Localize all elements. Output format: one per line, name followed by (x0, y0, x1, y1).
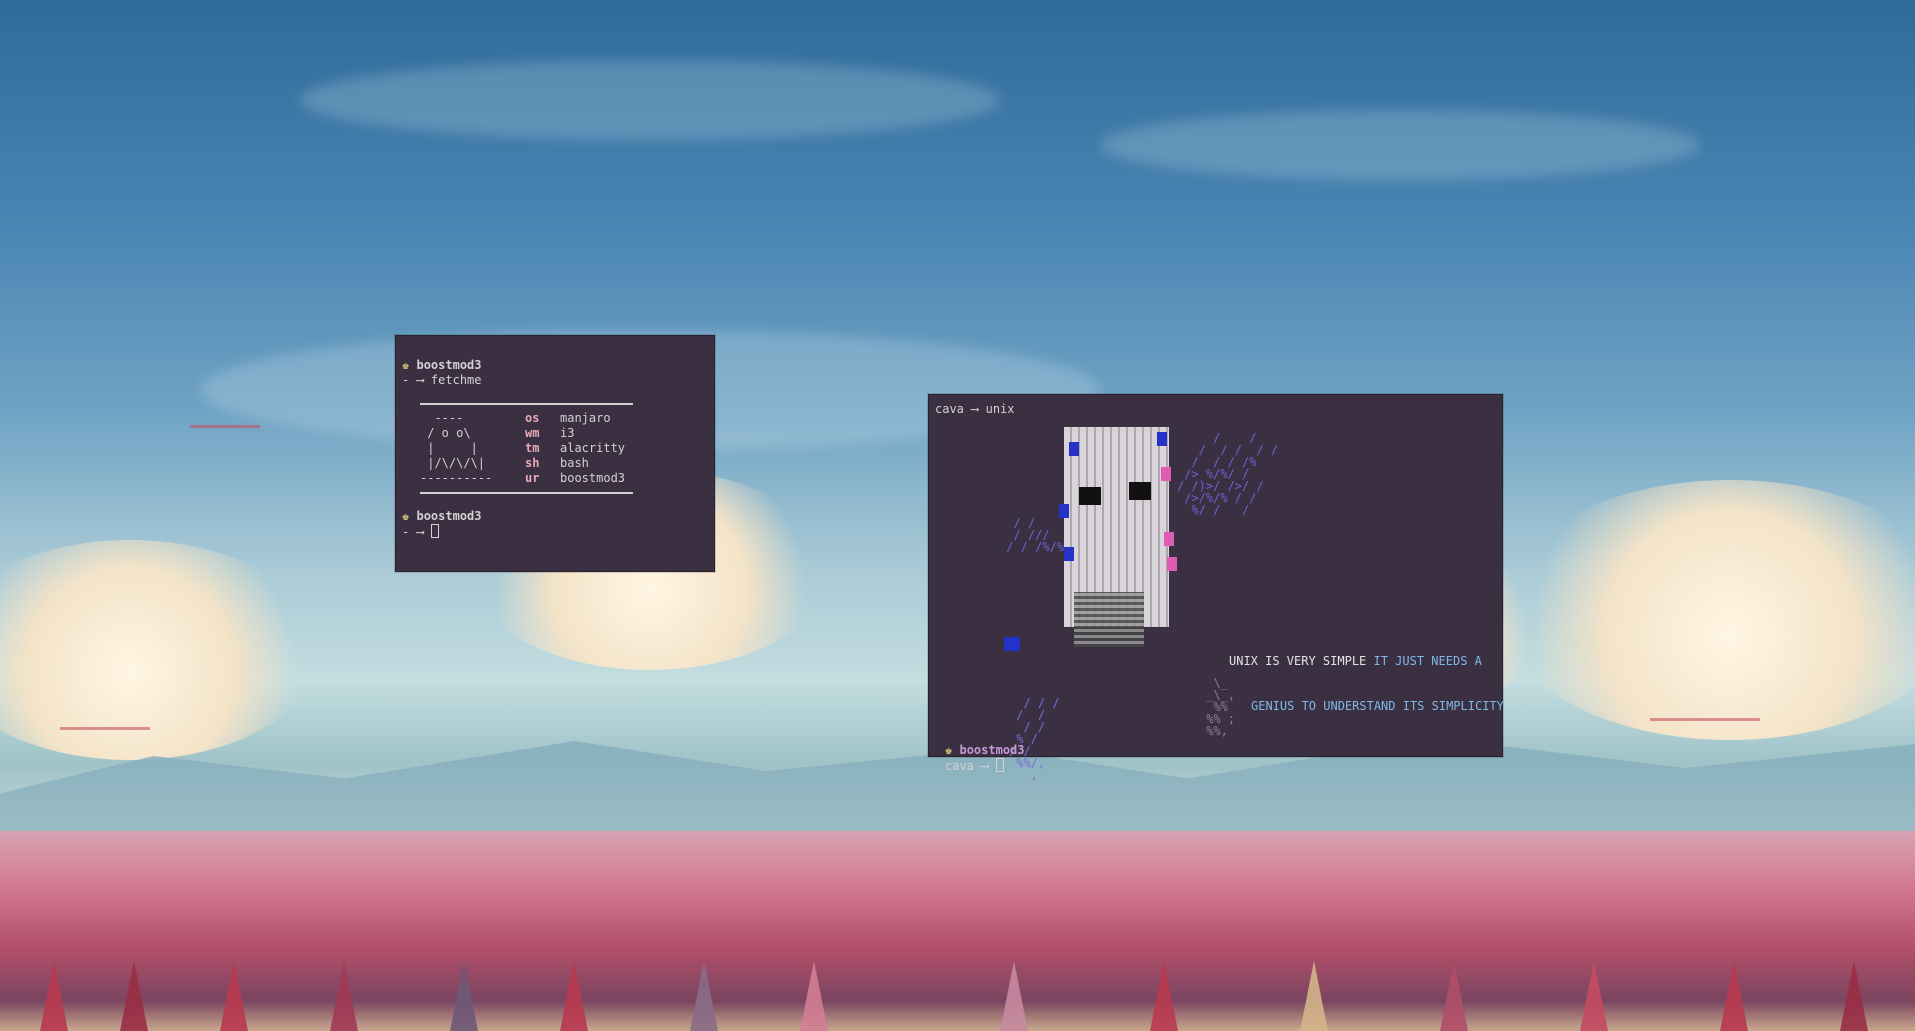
crown-icon: ♚ (402, 358, 410, 372)
skull-eye-left (1079, 487, 1101, 505)
flower (1580, 961, 1608, 1031)
unix-ascii-art: / / / / / / / / / / /% /> %/%/ / / /)>/ … (939, 422, 1504, 782)
text-cursor (430, 524, 439, 538)
prompt-block: ♚ boostmod3 cava ⟶ (945, 743, 1025, 773)
crown-icon: ♚ (945, 743, 953, 757)
red-streak (190, 425, 260, 428)
glitch-block (1059, 504, 1069, 518)
art-line: ---------- (420, 471, 493, 485)
cloud (0, 540, 320, 760)
cloud (1500, 480, 1915, 740)
red-streak (60, 727, 150, 730)
flower (1150, 961, 1178, 1031)
flower (120, 961, 148, 1031)
slash-art: / / / / / / / / / / /% /> %/%/ / / /)>/ … (1177, 431, 1279, 517)
prompt-arrow: ⟶ (981, 759, 989, 773)
crown-icon: ♚ (402, 509, 410, 523)
fetch-value: manjaro (560, 411, 611, 425)
fetch-info: ---- / o o\ | | |/\/\/\| ---------- os w… (420, 411, 708, 486)
input-line[interactable]: cava ⟶ (945, 758, 1025, 773)
unix-quote: UNIX IS VERY SIMPLE IT JUST NEEDS A GENI… (1229, 624, 1504, 744)
prompt-line: ♚ boostmod3 (945, 743, 1025, 758)
quote-text-white: UNIX IS VERY SIMPLE (1229, 654, 1374, 668)
glitch-block (1064, 547, 1074, 561)
skull-jaw (1074, 592, 1144, 647)
prompt-line: ♚ boostmod3 (402, 509, 708, 524)
prompt-username: boostmod3 (959, 743, 1025, 757)
sky-streak (1100, 110, 1700, 180)
flower (800, 961, 828, 1031)
skull-eye-right (1129, 482, 1151, 500)
quote-text-blue: GENIUS TO UNDERSTAND ITS SIMPLICITY (1251, 699, 1504, 713)
glitch-block (1004, 637, 1020, 651)
text-cursor (995, 758, 1004, 772)
fetch-keys: os wm tm sh ur (525, 411, 560, 486)
command-line: - ⟶ fetchme (402, 373, 708, 388)
flower (220, 961, 248, 1031)
flower (690, 961, 718, 1031)
flower (330, 961, 358, 1031)
command-text: unix (985, 402, 1015, 416)
prompt-line: ♚ boostmod3 (402, 358, 708, 373)
slash-art: / / / /// / / /%/% / / / / / / / % / / /… (1006, 516, 1236, 782)
flower (560, 961, 588, 1031)
prompt-arrow: - ⟶ (402, 525, 424, 539)
header-line: cava ⟶ unix (935, 402, 1496, 417)
fetch-rule-top (420, 403, 633, 405)
glitch-block (1164, 532, 1174, 546)
fetch-ascii-art: ---- / o o\ | | |/\/\/\| ---------- (420, 411, 525, 486)
flower (1300, 961, 1328, 1031)
flower (450, 961, 478, 1031)
glitch-block (1161, 467, 1171, 481)
prompt-dir: cava (945, 759, 974, 773)
flower-field (0, 831, 1915, 1031)
glitch-block (1157, 432, 1167, 446)
prompt-arrow: - ⟶ (402, 373, 424, 387)
flower (40, 961, 68, 1031)
fetch-key: sh (525, 456, 540, 470)
prompt-username: boostmod3 (416, 509, 482, 523)
art-line: / o o\ (420, 426, 471, 440)
art-line: ---- (420, 411, 464, 425)
flower (1720, 961, 1748, 1031)
fetch-key: wm (525, 426, 540, 440)
art-line: | | (420, 441, 478, 455)
quote-text-blue: IT JUST NEEDS A (1373, 654, 1482, 668)
fetch-values: manjaro i3 alacritty bash boostmod3 (560, 411, 625, 486)
flower (1000, 961, 1028, 1031)
fetch-key: tm (525, 441, 540, 455)
fetch-value: boostmod3 (560, 471, 626, 485)
glitch-block (1069, 442, 1079, 456)
fetch-value: i3 (560, 426, 575, 440)
fetch-value: bash (560, 456, 589, 470)
flower (1840, 961, 1868, 1031)
fetch-key: ur (525, 471, 540, 485)
command-text: fetchme (430, 373, 482, 387)
sky-streak (300, 60, 1000, 140)
prompt-arrow: ⟶ (971, 402, 979, 416)
terminal-window-unix[interactable]: cava ⟶ unix / / / / / / / / / / /% /> %/… (928, 394, 1504, 782)
fetch-value: alacritty (560, 441, 626, 455)
flower (1440, 961, 1468, 1031)
fetch-key: os (525, 411, 540, 425)
red-streak (1650, 718, 1760, 721)
input-line[interactable]: - ⟶ (402, 524, 708, 539)
glitch-block (1167, 557, 1177, 571)
terminal-window-fetch[interactable]: ♚ boostmod3 - ⟶ fetchme ---- / o o\ | | … (395, 335, 715, 572)
prompt-dir: cava (935, 402, 964, 416)
art-line: |/\/\/\| (420, 456, 486, 470)
prompt-username: boostmod3 (416, 358, 482, 372)
